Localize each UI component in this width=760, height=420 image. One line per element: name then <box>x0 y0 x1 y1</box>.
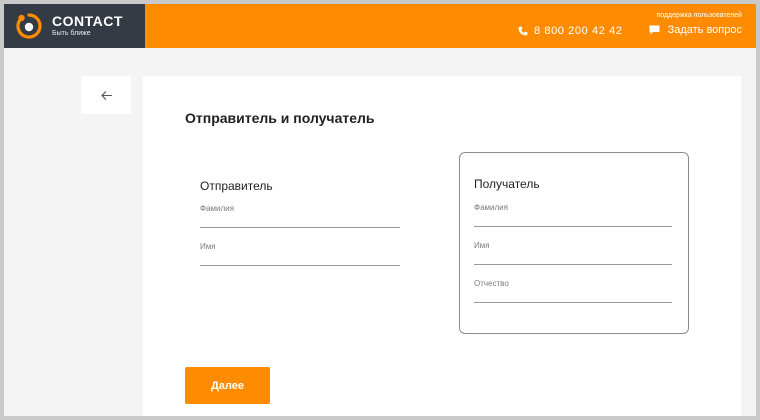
sender-first-name-field[interactable]: Имя <box>200 242 400 266</box>
recipient-patronymic-label: Отчество <box>474 279 509 288</box>
brand-name: CONTACT <box>52 13 123 29</box>
arrow-left-icon <box>100 90 112 100</box>
recipient-last-name-label: Фамилия <box>474 203 508 212</box>
support-label: поддержка пользователей <box>656 12 742 19</box>
sender-last-name-input[interactable] <box>200 214 400 226</box>
sender-first-name-label: Имя <box>200 242 216 251</box>
phone-icon <box>518 26 528 36</box>
recipient-first-name-label: Имя <box>474 241 490 250</box>
recipient-first-name-input[interactable] <box>474 251 672 263</box>
sender-title: Отправитель <box>200 179 273 193</box>
ask-question-label: Задать вопрос <box>667 24 742 36</box>
page-title: Отправитель и получатель <box>185 110 375 126</box>
back-button[interactable] <box>81 76 131 114</box>
brand-block[interactable]: CONTACT Быть ближе <box>4 4 145 48</box>
app-window: CONTACT Быть ближе поддержка пользовател… <box>4 4 756 416</box>
recipient-section: Получатель Фамилия Имя Отчество <box>459 152 689 334</box>
recipient-last-name-field[interactable]: Фамилия <box>474 203 672 227</box>
form-card: Отправитель и получатель Отправитель Фам… <box>143 76 741 416</box>
chat-icon <box>649 25 660 35</box>
next-button[interactable]: Далее <box>185 367 270 404</box>
sender-last-name-label: Фамилия <box>200 204 234 213</box>
phone-number: 8 800 200 42 42 <box>534 25 623 37</box>
sender-last-name-field[interactable]: Фамилия <box>200 204 400 228</box>
sender-first-name-input[interactable] <box>200 252 400 264</box>
contact-logo-icon <box>16 13 42 39</box>
recipient-first-name-field[interactable]: Имя <box>474 241 672 265</box>
recipient-title: Получатель <box>474 177 540 191</box>
brand-tagline: Быть ближе <box>52 30 91 37</box>
brand-text: CONTACT Быть ближе <box>52 14 123 38</box>
ask-question-link[interactable]: Задать вопрос <box>649 24 742 36</box>
phone-link[interactable]: 8 800 200 42 42 <box>518 25 623 37</box>
recipient-last-name-input[interactable] <box>474 213 672 225</box>
header: CONTACT Быть ближе поддержка пользовател… <box>4 4 756 48</box>
recipient-patronymic-field[interactable]: Отчество <box>474 279 672 303</box>
recipient-patronymic-input[interactable] <box>474 289 672 301</box>
top-bar: поддержка пользователей 8 800 200 42 42 … <box>145 4 756 48</box>
